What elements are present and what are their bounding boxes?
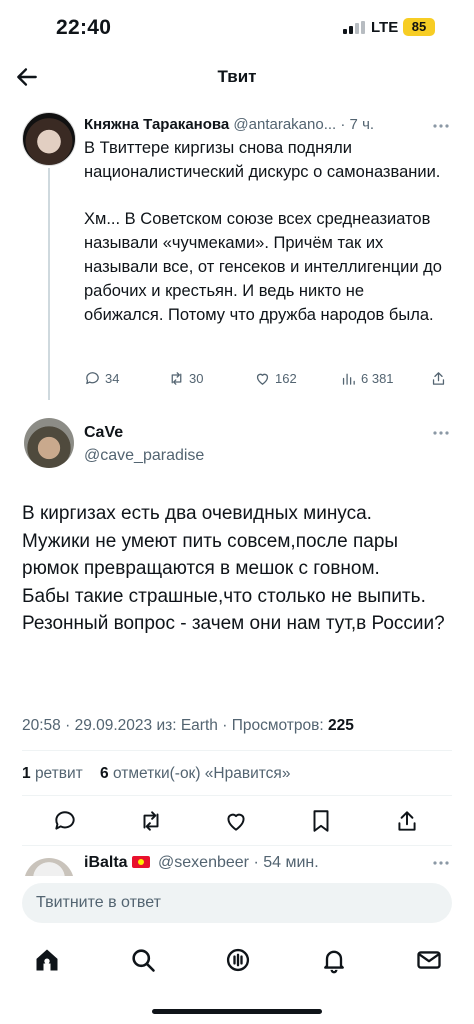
tweet-time: · 7 ч. — [340, 116, 375, 133]
more-icon[interactable] — [432, 123, 450, 129]
network-type: LTE — [371, 19, 399, 36]
reply-action[interactable]: 34 — [84, 370, 119, 387]
retweet-icon[interactable] — [138, 808, 164, 834]
main-tweet-actions — [0, 808, 474, 836]
reply-icon — [86, 372, 99, 385]
search-icon[interactable] — [129, 946, 157, 974]
views-icon — [342, 373, 355, 385]
tweet-date: 29.09.2023 — [74, 717, 153, 734]
like-count: 6 — [100, 765, 109, 782]
tweet-meta: 20:58 · 29.09.2023 из: Earth · Просмотро… — [22, 717, 354, 734]
signal-icon — [343, 21, 365, 34]
author-handle: @cave_paradise — [84, 447, 205, 464]
like-count: 162 — [275, 371, 297, 386]
divider — [22, 750, 452, 751]
likes-stat[interactable]: 6 отметки(-ок) «Нравится» — [100, 765, 290, 782]
tweet-source: из: Earth — [156, 717, 218, 734]
tweet-stats: 1 ретвит 6 отметки(-ок) «Нравится» — [22, 765, 290, 783]
avatar[interactable] — [22, 112, 76, 166]
nav-bar: Твит — [0, 56, 474, 98]
share-icon — [432, 372, 445, 385]
avatar[interactable] — [24, 858, 74, 876]
heart-icon — [256, 373, 269, 385]
author-handle: @sexenbeer — [158, 854, 249, 871]
author-name[interactable]: Княжна Тараканова — [84, 116, 229, 133]
like-label: отметки(-ок) «Нравится» — [112, 765, 291, 782]
author-handle: @antarakano... — [233, 116, 337, 133]
retweet-label: ретвит — [34, 765, 83, 782]
author-name[interactable]: iBalta — [84, 854, 128, 871]
tweet-text: В киргизах есть два очевидных минуса. Му… — [22, 503, 445, 634]
tweet-time: 20:58 — [22, 717, 61, 734]
views-count: 6 381 — [361, 371, 394, 386]
views-count[interactable]: 225 — [328, 717, 354, 734]
status-time: 22:40 — [56, 16, 112, 39]
notifications-bell-icon[interactable] — [320, 946, 348, 974]
parent-tweet-actions: 34 30 162 6 381 — [84, 370, 456, 390]
share-action[interactable] — [430, 370, 447, 387]
retweet-count: 1 — [22, 765, 31, 782]
bookmark-icon[interactable] — [308, 808, 334, 834]
retweet-action[interactable]: 30 — [168, 370, 203, 387]
kyrgyzstan-flag-icon — [131, 856, 150, 868]
author-name[interactable]: CaVe — [84, 424, 123, 442]
heart-icon[interactable] — [223, 808, 249, 834]
parent-tweet-header: Княжна Тараканова @antarakano... · 7 ч. — [84, 116, 374, 133]
home-icon[interactable] — [33, 946, 61, 974]
retweets-stat[interactable]: 1 ретвит — [22, 765, 83, 782]
tweet-time: · 54 мин. — [253, 854, 319, 871]
divider — [22, 845, 452, 846]
messages-envelope-icon[interactable] — [415, 946, 443, 974]
avatar[interactable] — [24, 418, 74, 468]
battery-indicator: 85 — [403, 18, 435, 36]
views-action[interactable]: 6 381 — [340, 370, 394, 387]
page-title: Твит — [217, 67, 257, 86]
more-icon[interactable] — [432, 430, 450, 436]
views-label: Просмотров: — [231, 717, 324, 734]
retweet-icon — [171, 372, 182, 385]
reply-icon[interactable] — [52, 808, 78, 834]
thread-line — [48, 168, 50, 400]
status-bar: 22:40 LTE 85 — [0, 0, 474, 56]
reply-tweet-header: iBalta @sexenbeer · 54 мин. — [84, 854, 319, 872]
tab-bar — [0, 938, 474, 982]
tweet-text: В Твиттере киргизы снова подняли национа… — [84, 139, 442, 324]
share-icon[interactable] — [394, 808, 420, 834]
reply-input[interactable]: Твитните в ответ — [22, 883, 452, 923]
retweet-count: 30 — [189, 371, 204, 386]
reply-tweet[interactable]: iBalta @sexenbeer · 54 мин. — [0, 850, 474, 876]
home-indicator — [152, 1009, 322, 1014]
reply-count: 34 — [105, 371, 120, 386]
spaces-icon[interactable] — [224, 946, 252, 974]
divider — [22, 795, 452, 796]
more-icon[interactable] — [432, 860, 450, 866]
like-action[interactable]: 162 — [254, 370, 297, 387]
